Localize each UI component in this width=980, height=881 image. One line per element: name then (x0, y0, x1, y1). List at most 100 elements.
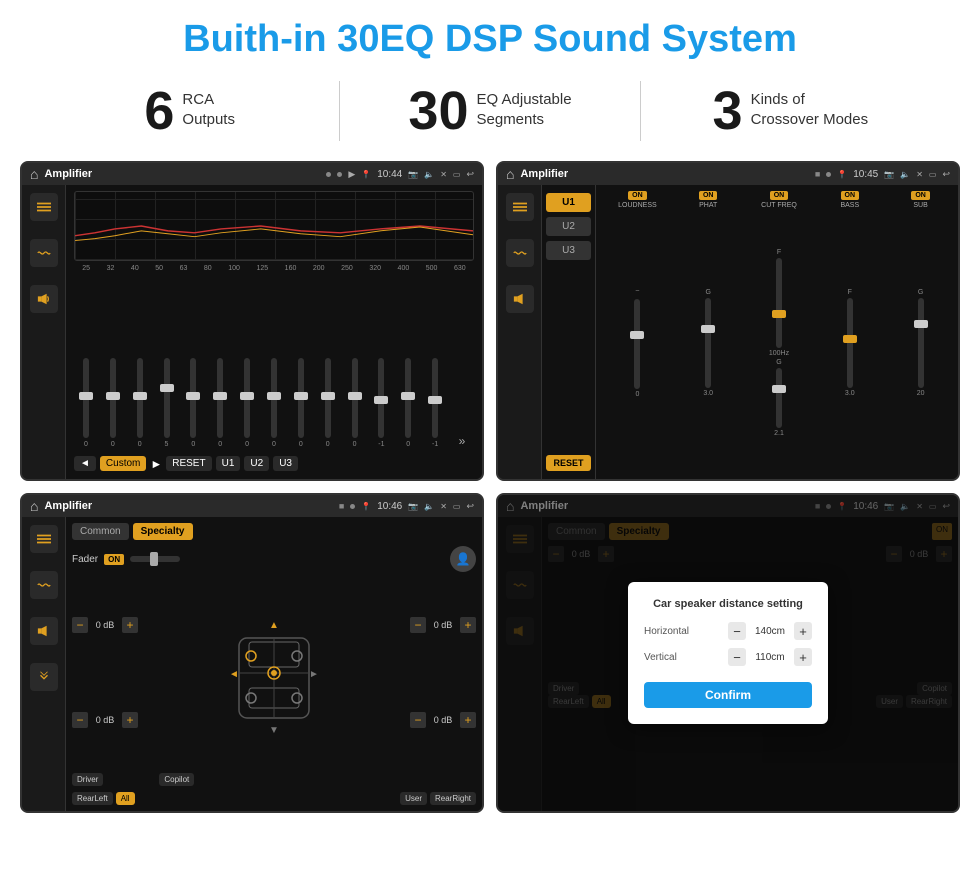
user-btn[interactable]: User (400, 792, 427, 805)
rearleft-btn[interactable]: RearLeft (72, 792, 113, 805)
spacer-car (106, 773, 156, 783)
copilot-btn[interactable]: Copilot (159, 773, 194, 786)
slider-track-100[interactable] (244, 358, 250, 438)
xo-u2-btn[interactable]: U2 (546, 217, 591, 236)
slider-val-320: -1 (378, 441, 384, 448)
slider-thumb-125 (267, 392, 281, 400)
confirm-button[interactable]: Confirm (644, 682, 812, 708)
fader-slider[interactable] (130, 556, 180, 562)
slider-125: 0 (262, 328, 286, 448)
eq-custom-btn[interactable]: Custom (100, 456, 146, 471)
home-icon-1: ⌂ (30, 166, 38, 182)
xo-wave-btn[interactable] (506, 239, 534, 267)
freq-25: 25 (82, 265, 90, 272)
fl-plus-btn[interactable]: + (122, 617, 138, 633)
eq-next-btn[interactable]: ► (150, 457, 162, 471)
slider-track-50[interactable] (164, 358, 170, 438)
back-icon-1: ↩ (466, 169, 474, 180)
eq-freq-labels: 25 32 40 50 63 80 100 125 160 200 250 32… (74, 265, 474, 272)
fader-tab-common[interactable]: Common (72, 523, 129, 540)
fader-avatar[interactable]: 👤 (450, 546, 476, 572)
rl-minus-btn[interactable]: − (72, 712, 88, 728)
xo-sidebar (498, 185, 542, 479)
screen-distance: ⌂ Amplifier ■ 📍 10:46 📷 🔈 ✕ ▭ ↩ (496, 493, 960, 813)
fader-settings-btn[interactable] (30, 525, 58, 553)
rr-minus-btn[interactable]: − (410, 712, 426, 728)
eq-main-area: 25 32 40 50 63 80 100 125 160 200 250 32… (66, 185, 482, 479)
xo-bass-top: F (848, 289, 852, 296)
fader-label: Fader (72, 554, 98, 565)
camera-icon-2: 📷 (884, 170, 894, 179)
slider-400: 0 (396, 328, 420, 448)
vertical-plus-btn[interactable]: + (794, 648, 812, 666)
slider-track-160[interactable] (298, 358, 304, 438)
xo-u1-btn[interactable]: U1 (546, 193, 591, 212)
cutfreq-thumb-f (772, 310, 786, 318)
xo-reset-btn[interactable]: RESET (546, 455, 591, 471)
xo-sub-val: 20 (917, 390, 925, 397)
vertical-minus-btn[interactable]: − (728, 648, 746, 666)
xo-label-phat: PHAT (699, 202, 717, 209)
eq-wave-btn[interactable] (30, 239, 58, 267)
cutfreq-track-g[interactable] (776, 368, 782, 428)
freq-80: 80 (204, 265, 212, 272)
driver-btn[interactable]: Driver (72, 773, 103, 786)
all-btn[interactable]: All (116, 792, 135, 805)
rl-db-val: 0 dB (91, 715, 119, 725)
horizontal-minus-btn[interactable]: − (728, 622, 746, 640)
horizontal-plus-btn[interactable]: + (794, 622, 812, 640)
fl-minus-btn[interactable]: − (72, 617, 88, 633)
xo-on-cutfreq: ON (770, 191, 789, 200)
sub-track[interactable] (918, 298, 924, 388)
stat-crossover: 3 Kinds ofCrossover Modes (661, 84, 920, 138)
eq-settings-btn[interactable] (30, 193, 58, 221)
slider-track-80[interactable] (217, 358, 223, 438)
slider-track-25[interactable] (83, 358, 89, 438)
slider-320: -1 (369, 328, 393, 448)
fr-minus-btn[interactable]: − (410, 617, 426, 633)
freq-125: 125 (256, 265, 268, 272)
rearright-btn[interactable]: RearRight (430, 792, 476, 805)
slider-track-200[interactable] (325, 358, 331, 438)
xo-loudness-sublabel: ~ (635, 288, 639, 295)
eq-reset-btn[interactable]: RESET (166, 456, 211, 471)
eq-prev-btn[interactable]: ◄ (74, 456, 96, 471)
fader-thumb (150, 552, 158, 566)
fader-expand-btn[interactable] (30, 663, 58, 691)
slider-track-250[interactable] (352, 358, 358, 438)
home-icon-3: ⌂ (30, 498, 38, 514)
fader-main: Common Specialty Fader ON 👤 (66, 517, 482, 811)
xo-on-loudness: ON (628, 191, 647, 200)
spacer (138, 792, 398, 805)
eq-u1-btn[interactable]: U1 (216, 456, 241, 471)
slider-track-500[interactable] (432, 358, 438, 438)
eq-u2-btn[interactable]: U2 (244, 456, 269, 471)
xo-label-loudness: LOUDNESS (618, 202, 657, 209)
fr-plus-btn[interactable]: + (460, 617, 476, 633)
fader-tab-specialty[interactable]: Specialty (133, 523, 193, 540)
rr-db-val: 0 dB (429, 715, 457, 725)
xo-settings-btn[interactable] (506, 193, 534, 221)
slider-track-32[interactable] (110, 358, 116, 438)
status-bar-1: ⌂ Amplifier ▶ 📍 10:44 📷 🔈 ✕ ▭ ↩ (22, 163, 482, 185)
eq-u3-btn[interactable]: U3 (273, 456, 298, 471)
slider-track-320[interactable] (378, 358, 384, 438)
fader-wave-btn[interactable] (30, 571, 58, 599)
bass-track[interactable] (847, 298, 853, 388)
cutfreq-track-f[interactable] (776, 258, 782, 348)
slider-track-63[interactable] (190, 358, 196, 438)
eq-speaker-btn[interactable] (30, 285, 58, 313)
rr-plus-btn[interactable]: + (460, 712, 476, 728)
loudness-track[interactable] (634, 299, 640, 389)
bottom-location-btns: RearLeft All User RearRight (72, 792, 476, 805)
freq-63: 63 (180, 265, 188, 272)
fader-speaker-btn[interactable] (30, 617, 58, 645)
slider-track-40[interactable] (137, 358, 143, 438)
phat-track[interactable] (705, 298, 711, 388)
rl-plus-btn[interactable]: + (122, 712, 138, 728)
xo-u3-btn[interactable]: U3 (546, 241, 591, 260)
xo-speaker-btn[interactable] (506, 285, 534, 313)
slider-track-400[interactable] (405, 358, 411, 438)
vertical-control: − 110cm + (728, 648, 812, 666)
slider-track-125[interactable] (271, 358, 277, 438)
